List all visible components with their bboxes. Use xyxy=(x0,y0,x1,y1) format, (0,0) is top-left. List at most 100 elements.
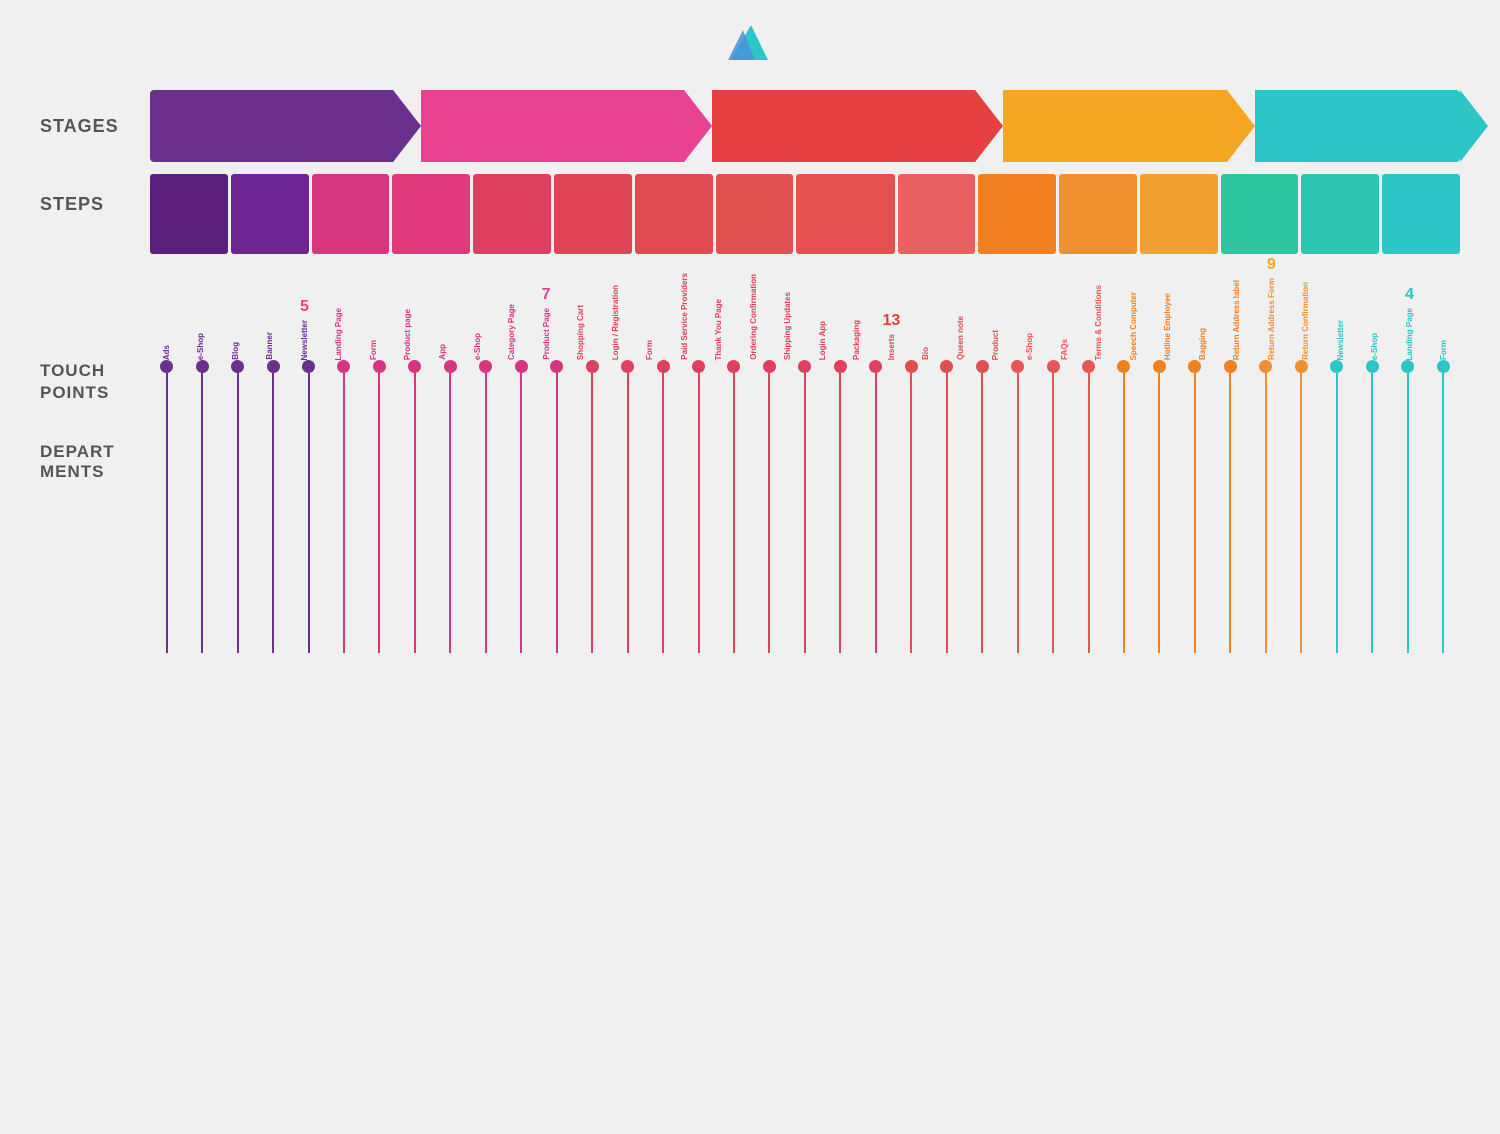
tp-dot-col-8 xyxy=(434,360,467,653)
col-packaging: Packaging xyxy=(841,320,874,360)
touchpoints-label: TOUCHPOINTS xyxy=(40,270,150,404)
tp-dot-11 xyxy=(550,360,563,373)
col-landingpage1: Landing Page xyxy=(323,308,356,360)
tp-dot-21 xyxy=(905,360,918,373)
step-0 xyxy=(150,174,228,254)
step-9 xyxy=(898,174,976,254)
col-faqs: FAQs xyxy=(1048,339,1081,360)
tp-line-1 xyxy=(201,373,203,653)
stages-arrows xyxy=(150,90,1460,162)
tp-dot-col-25 xyxy=(1036,360,1069,653)
tp-dot-col-7 xyxy=(398,360,431,653)
tp-dot-col-24 xyxy=(1001,360,1034,653)
tp-dot-col-16 xyxy=(717,360,750,653)
tp-line-22 xyxy=(946,373,948,653)
tp-dot-14 xyxy=(657,360,670,373)
col-form2: Form xyxy=(633,340,666,360)
tp-dot-27 xyxy=(1117,360,1130,373)
tp-dot-col-12 xyxy=(575,360,608,653)
step-3 xyxy=(392,174,470,254)
step-2 xyxy=(312,174,390,254)
tp-dot-12 xyxy=(586,360,599,373)
tp-dot-col-18 xyxy=(788,360,821,653)
tp-dot-col-31 xyxy=(1249,360,1282,653)
tp-dot-col-34 xyxy=(1355,360,1388,653)
tp-dot-col-29 xyxy=(1178,360,1211,653)
tp-dot-col-23 xyxy=(965,360,998,653)
tp-dot-25 xyxy=(1047,360,1060,373)
tp-line-5 xyxy=(343,373,345,653)
left-labels: TOUCHPOINTS DEPARTMENTS xyxy=(40,270,150,653)
tp-line-35 xyxy=(1407,373,1409,653)
stage-acquisition xyxy=(684,90,975,162)
col-eshop1: e-Shop xyxy=(185,333,218,360)
tp-line-12 xyxy=(591,373,593,653)
step-10 xyxy=(978,174,1056,254)
tp-dot-18 xyxy=(798,360,811,373)
col-productpage1: Product page xyxy=(392,309,425,360)
step-11 xyxy=(1059,174,1137,254)
step-12 xyxy=(1140,174,1218,254)
tp-dot-33 xyxy=(1330,360,1343,373)
tp-dot-26 xyxy=(1082,360,1095,373)
col-form3: Form xyxy=(1428,340,1461,360)
step-5 xyxy=(554,174,632,254)
page: STAGES xyxy=(0,0,1500,683)
tp-dot-36 xyxy=(1437,360,1450,373)
tp-dot-32 xyxy=(1295,360,1308,373)
col-bagging: Bagging xyxy=(1186,328,1219,360)
departments-label: DEPARTMENTS xyxy=(40,442,150,482)
tp-line-3 xyxy=(272,373,274,653)
tp-line-18 xyxy=(804,373,806,653)
tp-line-8 xyxy=(449,373,451,653)
col-termscond: Terms & Conditions xyxy=(1082,285,1115,360)
tp-dot-5 xyxy=(337,360,350,373)
tp-dot-24 xyxy=(1011,360,1024,373)
tp-line-17 xyxy=(768,373,770,653)
tp-dot-col-2 xyxy=(221,360,254,653)
tp-dot-17 xyxy=(763,360,776,373)
tp-dot-col-28 xyxy=(1143,360,1176,653)
col-ads: Ads xyxy=(150,345,183,360)
stages-label: STAGES xyxy=(40,116,150,137)
col-inserts: 13 Inserts xyxy=(875,316,908,360)
col-returnconfirm: Return Confirmation xyxy=(1290,282,1323,360)
col-psp: Paid Service Providers xyxy=(668,273,701,360)
col-app: App xyxy=(426,344,459,360)
stage-service xyxy=(975,90,1228,162)
tp-dot-col-13 xyxy=(611,360,644,653)
col-newsletter2: Newsletter xyxy=(1324,320,1357,360)
tp-line-31 xyxy=(1265,373,1267,653)
tp-line-11 xyxy=(556,373,558,653)
tp-line-2 xyxy=(237,373,239,653)
tp-dot-col-6 xyxy=(363,360,396,653)
col-blog: Blog xyxy=(219,342,252,360)
tp-dot-col-4 xyxy=(292,360,325,653)
col-queennote: Queen note xyxy=(944,316,977,360)
tp-line-28 xyxy=(1158,373,1160,653)
tp-line-6 xyxy=(378,373,380,653)
tp-dot-9 xyxy=(479,360,492,373)
tp-dot-col-14 xyxy=(646,360,679,653)
col-shoppingcart: Shopping Cart xyxy=(564,305,597,360)
stage-loyalty xyxy=(1227,90,1460,162)
chart-section: TOUCHPOINTS DEPARTMENTS Ads e-Shop Blog xyxy=(40,270,1460,653)
tp-dot-15 xyxy=(692,360,705,373)
tp-dot-col-10 xyxy=(505,360,538,653)
tp-line-29 xyxy=(1194,373,1196,653)
tp-line-33 xyxy=(1336,373,1338,653)
tp-dot-1 xyxy=(196,360,209,373)
dots-main-row xyxy=(150,360,1460,653)
tp-dot-34 xyxy=(1366,360,1379,373)
step-1 xyxy=(231,174,309,254)
tp-dot-col-5 xyxy=(327,360,360,653)
tp-dot-col-19 xyxy=(824,360,857,653)
tp-dot-col-9 xyxy=(469,360,502,653)
tp-line-23 xyxy=(981,373,983,653)
tp-dot-3 xyxy=(267,360,280,373)
col-landingpage2: 4 Landing Page xyxy=(1393,290,1426,360)
tp-line-15 xyxy=(698,373,700,653)
col-categorypage: Category Page xyxy=(495,304,528,360)
tp-dot-0 xyxy=(160,360,173,373)
step-4 xyxy=(473,174,551,254)
